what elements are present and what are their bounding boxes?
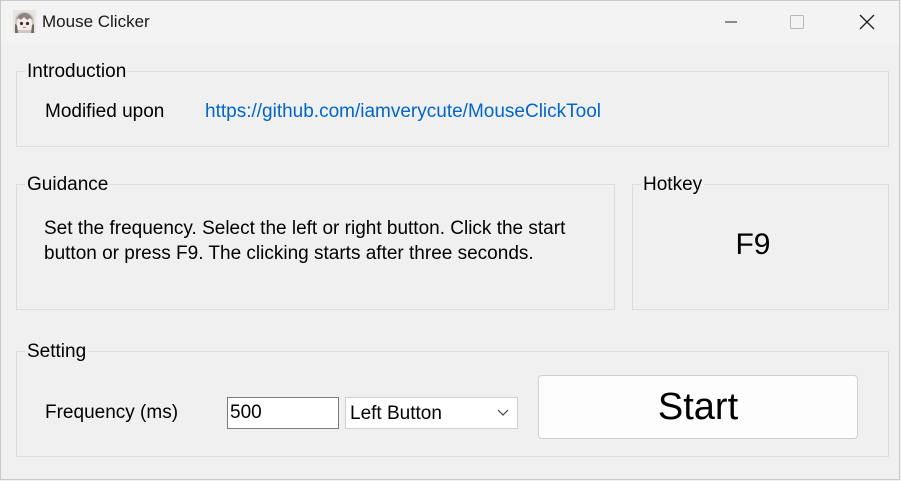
mouse-clicker-window: Mouse Clicker Introduction Modified upon… [0, 0, 900, 480]
frequency-label: Frequency (ms) [45, 402, 179, 423]
guidance-title: Guidance [25, 174, 111, 196]
maximize-icon [790, 15, 804, 29]
window-title: Mouse Clicker [42, 12, 150, 31]
introduction-title: Introduction [25, 61, 129, 83]
minimize-button[interactable] [698, 1, 764, 43]
start-button[interactable]: Start [538, 375, 858, 439]
hotkey-value: F9 [735, 228, 771, 261]
guidance-text: Set the frequency. Select the left or ri… [44, 218, 566, 264]
anime-avatar-icon [13, 10, 36, 33]
chevron-down-icon [497, 409, 509, 416]
close-icon [859, 14, 875, 30]
setting-title: Setting [25, 341, 89, 363]
minimize-icon [725, 21, 737, 23]
modified-upon-label: Modified upon [45, 101, 165, 122]
github-link[interactable]: https://github.com/iamverycute/MouseClic… [205, 99, 601, 124]
close-button[interactable] [834, 1, 899, 43]
frequency-input[interactable] [227, 397, 339, 429]
mouse-button-select[interactable]: Left Button [345, 397, 518, 429]
hotkey-title: Hotkey [641, 174, 705, 196]
title-bar[interactable]: Mouse Clicker [1, 1, 899, 43]
maximize-button[interactable] [764, 1, 830, 43]
mouse-button-selected: Left Button [350, 403, 442, 424]
